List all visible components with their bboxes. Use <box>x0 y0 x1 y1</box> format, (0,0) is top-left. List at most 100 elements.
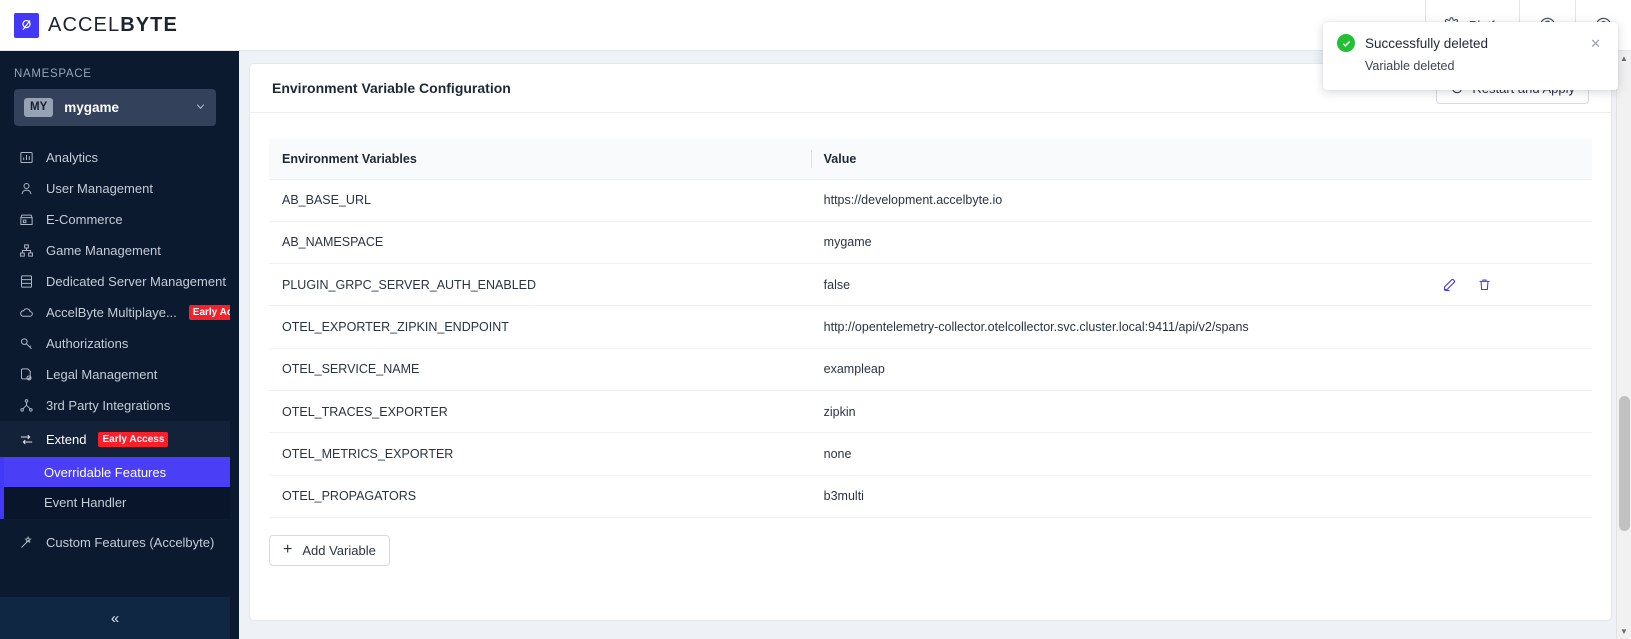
sidebar-item-label: E-Commerce <box>46 212 123 227</box>
sidebar-item-label: Dedicated Server Management <box>46 274 226 289</box>
row-actions <box>1341 277 1592 292</box>
sidebar-item-authorizations[interactable]: Authorizations <box>0 328 230 359</box>
sidebar-item-game-management[interactable]: Game Management <box>0 235 230 266</box>
cell-row-actions <box>1328 390 1592 434</box>
cell-variable-value: none <box>810 432 1329 476</box>
early-access-badge: Early Access <box>98 431 169 447</box>
sidebar-item-dedicated-server-management[interactable]: Dedicated Server Management <box>0 266 230 297</box>
table-row: OTEL_SERVICE_NAME exampleap <box>269 348 1592 391</box>
sidebar-item-3rd-party-integrations[interactable]: 3rd Party Integrations <box>0 390 230 421</box>
table-row: OTEL_PROPAGATORS b3multi <box>269 475 1592 518</box>
brand-name-light: ACCEL <box>48 13 121 36</box>
table-body: AB_BASE_URL https://development.accelbyte… <box>269 179 1592 518</box>
sidebar-item-label: Legal Management <box>46 367 158 382</box>
namespace-selector[interactable]: MY mygame <box>14 89 216 126</box>
share-nodes-icon <box>19 398 34 413</box>
sidebar-item-e-commerce[interactable]: E-Commerce <box>0 204 230 235</box>
env-config-card: Environment Variable Configuration Resta… <box>249 63 1612 621</box>
sidebar-item-extend[interactable]: Extend Early Access <box>0 421 230 457</box>
add-variable-label: Add Variable <box>302 542 376 558</box>
cell-variable-name: PLUGIN_GRPC_SERVER_AUTH_ENABLED <box>269 263 811 307</box>
early-access-badge: Early Access <box>188 305 230 320</box>
table-head: Environment Variables Value <box>269 139 1592 180</box>
sidebar-item-overridable-features[interactable]: Overridable Features <box>0 457 230 487</box>
env-variables-table: Environment Variables Value AB_BASE_URL h… <box>269 139 1592 518</box>
brand-name-bold: BYTE <box>120 13 178 36</box>
sitemap-icon <box>19 243 34 258</box>
wand-icon <box>19 535 34 550</box>
namespace-name: mygame <box>64 100 120 115</box>
cell-variable-value: false <box>810 263 1329 307</box>
key-icon <box>19 336 34 351</box>
sidebar-item-label: Game Management <box>46 243 161 258</box>
chart-bar-icon <box>19 150 34 165</box>
cell-variable-value: https://development.accelbyte.io <box>810 179 1329 222</box>
card-body: Environment Variables Value AB_BASE_URL h… <box>250 113 1611 566</box>
page-title: Environment Variable Configuration <box>272 80 511 96</box>
sidebar-item-legal-management[interactable]: Legal Management <box>0 359 230 390</box>
cell-row-actions <box>1328 305 1592 349</box>
document-check-icon <box>19 367 34 382</box>
cell-variable-value: http://opentelemetry-collector.otelcolle… <box>810 305 1329 349</box>
brand-area: ACCELBYTE <box>0 0 230 51</box>
page-scrollbar[interactable]: ▲ ▼ <box>1616 51 1631 639</box>
cell-row-actions <box>1328 432 1592 476</box>
table-row: PLUGIN_GRPC_SERVER_AUTH_ENABLED false <box>269 263 1592 307</box>
table-row: AB_NAMESPACE mygame <box>269 221 1592 265</box>
scrollbar-up-arrow[interactable]: ▲ <box>1617 51 1631 66</box>
sidebar-item-label: 3rd Party Integrations <box>46 398 171 413</box>
sidebar-edge <box>230 51 239 639</box>
cell-row-actions <box>1328 179 1592 222</box>
sidebar-group-extend: Extend Early Access Overridable Features… <box>0 421 230 519</box>
cell-variable-name: OTEL_EXPORTER_ZIPKIN_ENDPOINT <box>269 305 811 349</box>
sidebar-collapse-button[interactable]: « <box>0 597 230 639</box>
cell-row-actions <box>1328 263 1592 307</box>
sidebar-item-label: AccelByte Multiplaye... <box>46 305 177 320</box>
sidebar-item-label: Extend <box>46 431 87 447</box>
scrollbar-thumb[interactable] <box>1619 396 1630 531</box>
toast-message: Variable deleted <box>1365 59 1455 73</box>
toast-notification: Successfully deleted ✕ Variable deleted <box>1323 22 1618 90</box>
namespace-label: NAMESPACE <box>14 68 92 80</box>
pencil-icon[interactable] <box>1442 277 1457 292</box>
cell-variable-value: mygame <box>810 221 1329 265</box>
store-icon <box>19 212 34 227</box>
application-window: ACCELBYTE Platfo <box>0 0 1631 639</box>
table-row: OTEL_TRACES_EXPORTER zipkin <box>269 390 1592 434</box>
close-icon[interactable]: ✕ <box>1587 35 1604 52</box>
chevron-double-left-icon: « <box>110 609 120 627</box>
column-header-value: Value <box>810 139 1329 180</box>
sidebar-subitems: Overridable Features Event Handler <box>0 457 230 519</box>
namespace-initials: MY <box>24 97 54 118</box>
cell-variable-name: AB_NAMESPACE <box>269 221 811 265</box>
sidebar-subitem-label: Overridable Features <box>44 464 167 480</box>
sidebar-subitem-label: Event Handler <box>44 494 127 510</box>
main-content: Environment Variable Configuration Resta… <box>230 51 1631 639</box>
chevron-down-icon <box>195 101 206 115</box>
trash-icon[interactable] <box>1477 277 1492 292</box>
plus-icon: + <box>283 541 293 559</box>
sidebar-item-analytics[interactable]: Analytics <box>0 142 230 173</box>
table-row: OTEL_METRICS_EXPORTER none <box>269 432 1592 476</box>
cell-variable-value: exampleap <box>810 348 1329 391</box>
sidebar-item-custom-features[interactable]: Custom Features (Accelbyte) <box>0 527 230 558</box>
cell-variable-value: b3multi <box>810 475 1329 518</box>
sidebar-item-user-management[interactable]: User Management <box>0 173 230 204</box>
table-row: OTEL_EXPORTER_ZIPKIN_ENDPOINT http://open… <box>269 305 1592 349</box>
brand-logo[interactable]: ACCELBYTE <box>14 12 178 38</box>
sidebar-item-label: Analytics <box>46 150 99 165</box>
main-inner: Environment Variable Configuration Resta… <box>230 51 1631 639</box>
scrollbar-down-arrow[interactable]: ▼ <box>1617 624 1631 639</box>
sidebar-item-event-handler[interactable]: Event Handler <box>0 487 230 517</box>
check-circle-icon <box>1337 34 1355 52</box>
add-variable-button[interactable]: + Add Variable <box>269 534 390 566</box>
sidebar-item-accelbyte-multiplayer[interactable]: AccelByte Multiplaye... Early Access <box>0 297 230 328</box>
server-icon <box>19 274 34 289</box>
cell-row-actions <box>1328 348 1592 391</box>
cell-variable-name: OTEL_PROPAGATORS <box>269 475 811 518</box>
toast-title: Successfully deleted <box>1365 35 1489 51</box>
transfer-arrows-icon <box>19 432 34 447</box>
cell-row-actions <box>1328 475 1592 518</box>
cloud-icon <box>19 305 34 320</box>
cell-variable-name: OTEL_TRACES_EXPORTER <box>269 390 811 434</box>
